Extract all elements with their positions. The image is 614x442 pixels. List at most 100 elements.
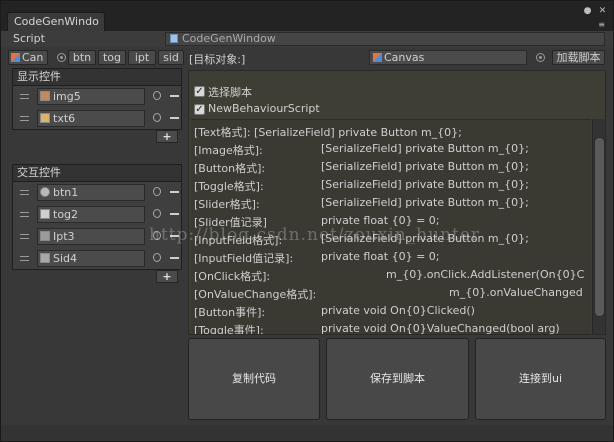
drag-handle-icon[interactable] [20, 212, 29, 217]
object-picker-icon[interactable] [153, 91, 161, 100]
drag-handle-icon[interactable] [20, 256, 29, 261]
target-picker-icon[interactable] [536, 53, 545, 62]
object-field[interactable]: Sid4 [37, 250, 145, 267]
code-line-key: [InputField值记录]: [194, 252, 294, 265]
slider-component-icon [40, 253, 50, 263]
code-line-key: [OnClick格式]: [194, 270, 271, 283]
add-display-item-button[interactable]: + [156, 130, 178, 143]
object-picker-icon[interactable] [153, 113, 161, 122]
code-line-key: [Text格式]: [SerializeField] private Butto… [194, 126, 462, 139]
inputfield-component-icon [40, 231, 50, 241]
context-menu-icon[interactable]: ≡ [598, 20, 605, 29]
remove-icon[interactable] [170, 95, 179, 97]
remove-icon[interactable] [170, 213, 179, 215]
drag-handle-icon[interactable] [20, 116, 29, 121]
code-line-value: m_{0}.onClick.AddListener(On{0}C [386, 268, 585, 281]
remove-icon[interactable] [170, 191, 179, 193]
list-item: tog2 [13, 204, 181, 226]
code-template-panel: ✓ 选择脚本 ✓ NewBehaviourScript [Text格式]: [S… [188, 70, 606, 335]
drag-handle-icon[interactable] [20, 234, 29, 239]
object-field[interactable]: img5 [37, 88, 145, 105]
add-interactive-item-button[interactable]: + [156, 270, 178, 283]
code-gen-window: CodeGenWindo ● ✕ ≡ Script CodeGenWindow … [0, 0, 614, 442]
load-script-button[interactable]: 加载脚本 [552, 50, 605, 65]
display-controls-title: 显示控件 [13, 69, 181, 86]
csharp-script-icon [170, 34, 178, 43]
code-line-value: private float {0} = 0; [321, 250, 440, 263]
script-value: CodeGenWindow [182, 32, 276, 45]
canvas-picker-icon[interactable] [57, 53, 66, 62]
menu-dot-icon[interactable]: ● [583, 7, 592, 16]
script-field[interactable]: CodeGenWindow [165, 32, 605, 46]
button-component-icon [40, 187, 50, 197]
tab-ipt[interactable]: ipt [128, 50, 156, 65]
remove-icon[interactable] [170, 235, 179, 237]
list-item: btn1 [13, 182, 181, 204]
list-item: Ipt3 [13, 226, 181, 248]
code-line-key: [OnValueChange格式]: [194, 288, 317, 301]
code-line-value: m_{0}.onValueChanged [449, 286, 583, 299]
code-line-key: [Toggle格式]: [194, 180, 264, 193]
object-picker-icon[interactable] [153, 187, 161, 196]
drag-handle-icon[interactable] [20, 94, 29, 99]
drag-handle-icon[interactable] [20, 190, 29, 195]
code-line-key: [InputField格式]: [194, 234, 283, 247]
code-scrollbar[interactable] [592, 119, 605, 334]
code-line-key: [Image格式]: [194, 144, 263, 157]
code-template-textarea[interactable]: [Text格式]: [SerializeField] private Butto… [191, 119, 591, 335]
window-controls: ● ✕ [583, 7, 607, 16]
script-label: Script [13, 32, 45, 45]
script-row: Script CodeGenWindow [1, 31, 613, 47]
object-field[interactable]: txt6 [37, 110, 145, 127]
code-line-value: [SerializeField] private Button m_{0}; [321, 178, 529, 191]
unity-object-icon [11, 53, 20, 62]
text-component-icon [40, 113, 50, 123]
object-picker-icon[interactable] [153, 253, 161, 262]
object-field[interactable]: Ipt3 [37, 228, 145, 245]
object-field[interactable]: tog2 [37, 206, 145, 223]
tab-tog[interactable]: tog [98, 50, 126, 65]
toggle-component-icon [40, 209, 50, 219]
code-line-value: [SerializeField] private Button m_{0}; [321, 232, 529, 245]
code-line-value: [SerializeField] private Button m_{0}; [321, 160, 529, 173]
connect-to-ui-button[interactable]: 连接到ui [475, 338, 606, 420]
list-item: Sid4 [13, 248, 181, 270]
tab-canvas[interactable]: Can [8, 50, 48, 65]
close-icon[interactable]: ✕ [598, 7, 607, 16]
code-line-key: [Slider值记录] [194, 216, 267, 229]
code-line-value: private void On{0}Clicked() [321, 304, 475, 317]
target-label: [目标对象:] [189, 53, 246, 66]
copy-code-button[interactable]: 复制代码 [188, 338, 320, 420]
unity-object-icon [373, 53, 382, 62]
code-line-key: [Button格式]: [194, 162, 266, 175]
code-line-value: [SerializeField] private Button m_{0}; [321, 142, 529, 155]
object-field[interactable]: btn1 [37, 184, 145, 201]
code-line-key: [Button事件]: [194, 306, 266, 319]
tab-sid[interactable]: sid [158, 50, 184, 65]
display-controls-panel: 显示控件 img5 txt6 [12, 68, 182, 130]
interactive-controls-panel: 交互控件 btn1 tog2 Ipt3 Sid4 [12, 164, 182, 270]
window-tab[interactable]: CodeGenWindo [7, 12, 105, 31]
code-line-value: [SerializeField] private Button m_{0}; [321, 196, 529, 209]
window-tab-bar: CodeGenWindo ● ✕ ≡ [1, 1, 613, 31]
behaviour-script-checkbox[interactable]: ✓ [194, 104, 205, 115]
remove-icon[interactable] [170, 257, 179, 259]
tab-btn[interactable]: btn [68, 50, 96, 65]
scrollbar-thumb[interactable] [594, 137, 605, 317]
remove-icon[interactable] [170, 117, 179, 119]
list-item: txt6 [13, 108, 181, 130]
code-line-key: [Toggle事件]: [194, 324, 264, 335]
select-script-label: 选择脚本 [208, 86, 252, 99]
toolbar: Can btn tog ipt sid [目标对象:] Canvas 加载脚本 [1, 49, 613, 67]
select-script-checkbox[interactable]: ✓ [194, 86, 205, 97]
save-to-script-button[interactable]: 保存到脚本 [326, 338, 469, 420]
interactive-controls-title: 交互控件 [13, 165, 181, 182]
object-picker-icon[interactable] [153, 231, 161, 240]
code-line-value: private void On{0}ValueChanged(bool arg) [321, 322, 560, 335]
code-line-key: [Slider格式]: [194, 198, 260, 211]
behaviour-script-label: NewBehaviourScript [208, 102, 320, 115]
target-field[interactable]: Canvas [369, 50, 527, 65]
object-picker-icon[interactable] [153, 209, 161, 218]
bottom-bar [1, 425, 613, 441]
code-line-value: private float {0} = 0; [321, 214, 440, 227]
